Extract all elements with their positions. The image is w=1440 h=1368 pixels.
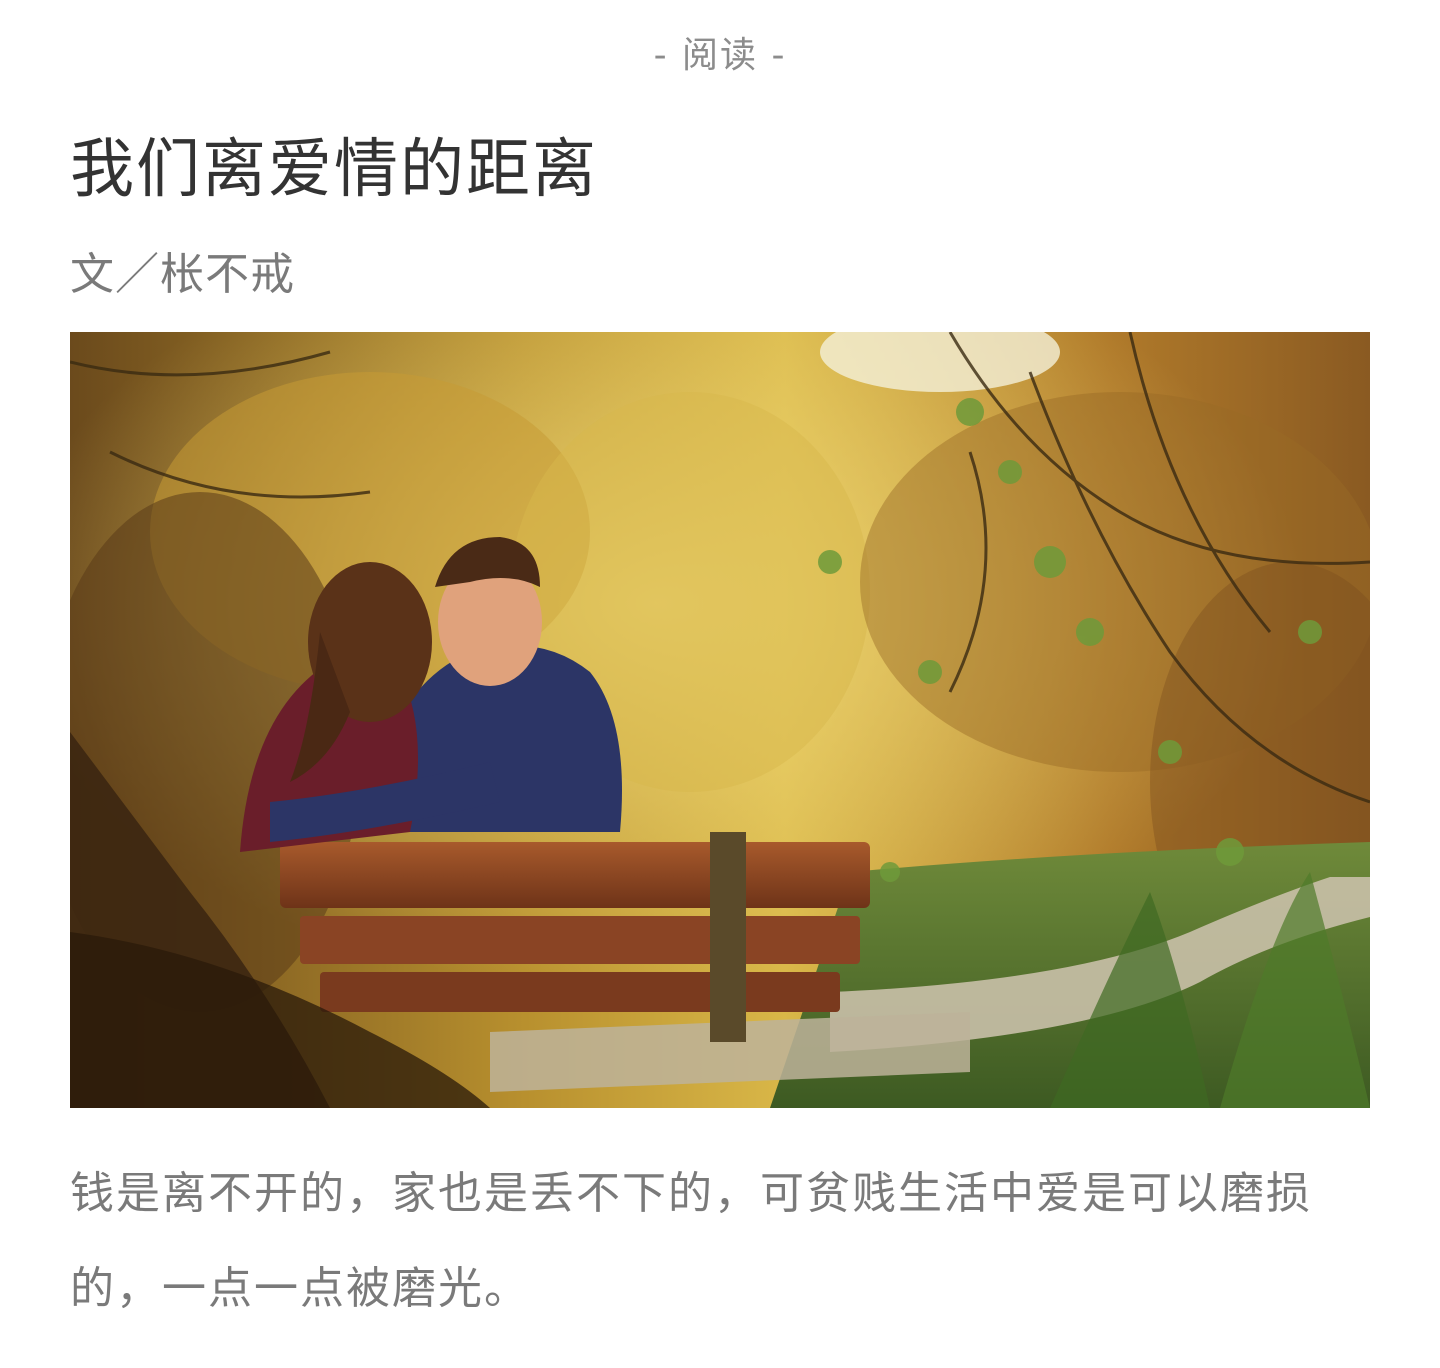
hero-image: [70, 332, 1370, 1108]
photo-illustration: [70, 332, 1370, 1108]
article-byline: 文／枨不戒: [70, 249, 295, 300]
article-paragraph: 钱是离不开的，家也是丢不下的，可贫贱生活中爱是可以磨损的，一点一点被磨光。: [70, 1168, 1312, 1314]
article-title: 我们离爱情的距离: [70, 133, 598, 207]
article-page: - 阅读 - 我们离爱情的距离 文／枨不戒 钱是离不开的，家也是丢不下的，可贫贱…: [0, 0, 1440, 1368]
section-label: - 阅读 -: [653, 35, 787, 76]
